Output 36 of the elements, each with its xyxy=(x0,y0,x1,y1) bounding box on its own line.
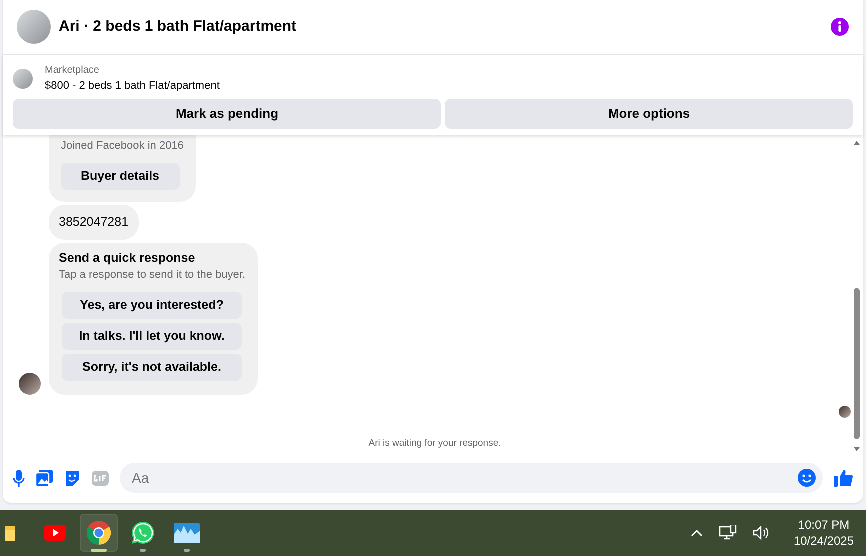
quick-response-hint: Tap a response to send it to the buyer. xyxy=(59,268,246,284)
network-icon[interactable] xyxy=(718,525,737,541)
taskbar-app[interactable] xyxy=(80,514,118,552)
clock-time[interactable]: 10:07 PM xyxy=(794,516,854,533)
chevron-up-icon[interactable] xyxy=(690,529,703,537)
listing-thumbnail-placeholder xyxy=(13,68,33,89)
browser-icon xyxy=(87,521,111,545)
message-input-field[interactable]: Aa xyxy=(120,463,823,493)
thumbs-up-icon[interactable] xyxy=(834,469,853,487)
sender-avatar xyxy=(19,372,41,395)
play-icon xyxy=(44,525,66,541)
listing-source: Marketplace xyxy=(45,64,100,78)
sticker-icon[interactable] xyxy=(64,470,81,486)
info-icon[interactable] xyxy=(831,18,849,36)
quick-response-option[interactable]: Sorry, it's not available. xyxy=(62,354,242,381)
emoji-icon[interactable] xyxy=(798,469,816,487)
quick-response-title: Send a quick response xyxy=(59,250,196,267)
listing-title[interactable]: $800 - 2 beds 1 bath Flat/apartment xyxy=(45,78,220,94)
listing-photo-placeholder xyxy=(17,10,51,44)
chat-bubble-icon xyxy=(131,521,155,545)
photo-icon[interactable] xyxy=(36,470,53,486)
chat-title: Ari · 2 beds 1 bath Flat/apartment xyxy=(59,16,298,37)
quick-response-option[interactable]: Yes, are you interested? xyxy=(62,292,242,319)
microphone-icon[interactable] xyxy=(13,470,25,486)
seen-avatar xyxy=(839,406,851,418)
waiting-status: Ari is waiting for your response. xyxy=(368,436,502,451)
mark-pending-button[interactable]: Mark as pending xyxy=(13,98,442,128)
buyer-details-button[interactable]: Buyer details xyxy=(61,162,180,190)
quick-response-option[interactable]: In talks. I'll let you know. xyxy=(62,322,242,350)
more-options-button[interactable]: More options xyxy=(445,98,853,128)
joined-text: Joined Facebook in 2016 xyxy=(61,139,184,154)
folder-icon xyxy=(5,523,17,543)
speaker-icon[interactable] xyxy=(752,526,770,540)
photos-app-icon xyxy=(174,523,200,543)
clock-date[interactable]: 10/24/2025 xyxy=(794,533,854,550)
message-bubble: 3852047281 xyxy=(49,204,139,240)
